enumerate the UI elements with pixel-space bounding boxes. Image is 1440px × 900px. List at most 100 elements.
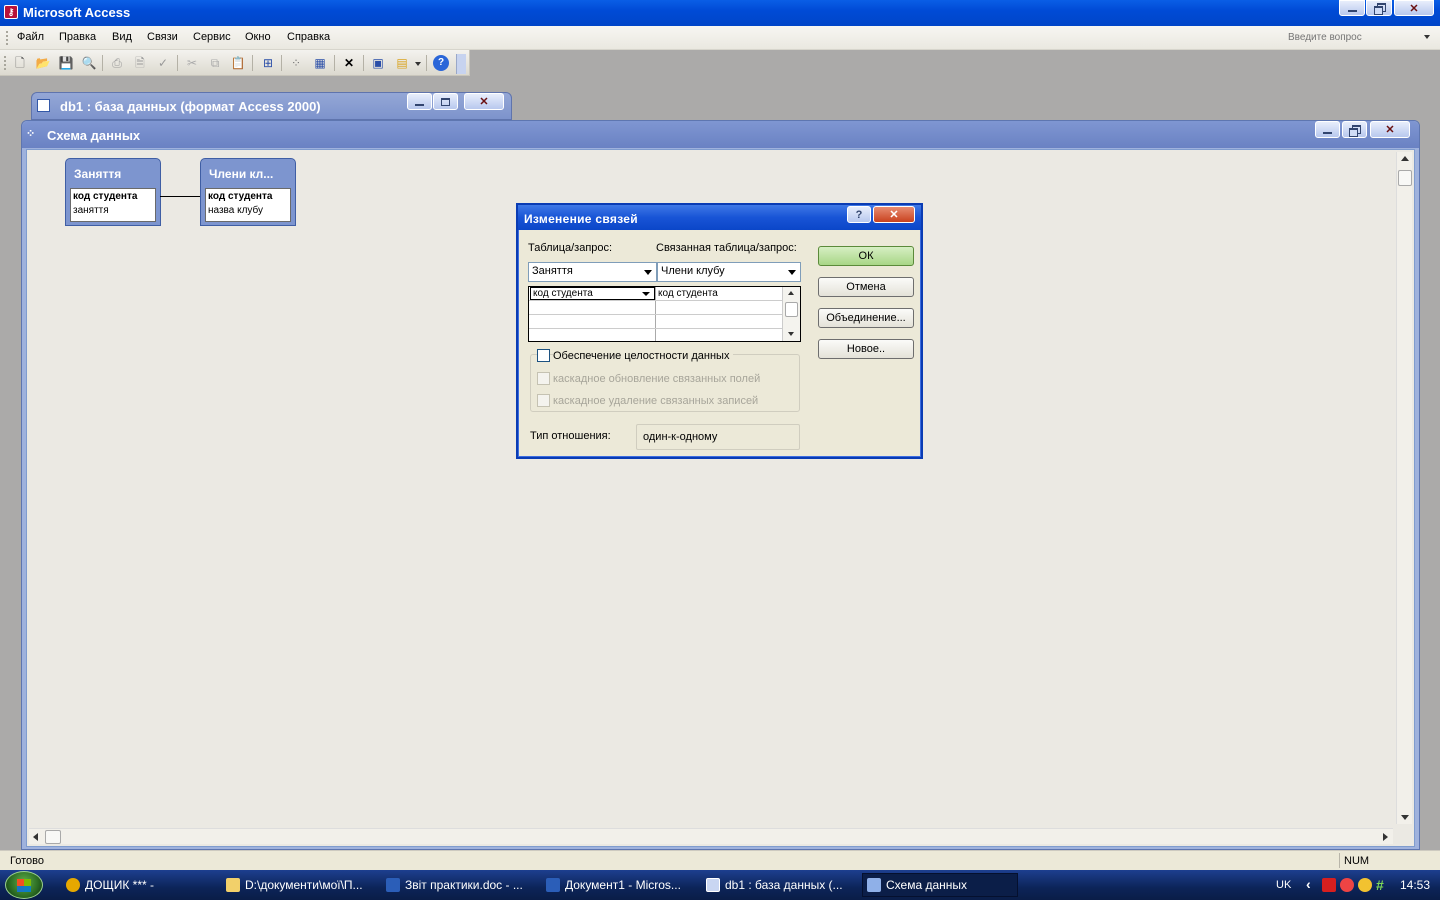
menubar-grip	[6, 31, 8, 45]
search-icon[interactable]: 🔍	[81, 55, 97, 71]
integrity-checkbox[interactable]	[537, 349, 550, 362]
toolbar-separator	[363, 55, 364, 71]
horizontal-scrollbar[interactable]	[29, 828, 1393, 844]
menu-tools[interactable]: Сервис	[193, 31, 231, 43]
app-close-button[interactable]: ✕	[1394, 0, 1434, 16]
new-icon[interactable]: 🗋	[12, 55, 28, 71]
menu-window[interactable]: Окно	[245, 31, 271, 43]
table-field[interactable]: заняття	[73, 204, 153, 218]
create-new-button[interactable]: Новое..	[818, 339, 914, 359]
table-box-chleny-klubu[interactable]: Члени кл... код студента назва клубу	[200, 158, 296, 226]
dialog-close-button[interactable]: ✕	[873, 206, 915, 223]
maximize-icon	[441, 97, 450, 106]
taskbar-item-active[interactable]: Схема данных	[862, 873, 1018, 897]
taskbar-item-label: Звіт практики.doc - ...	[405, 878, 523, 892]
database-window-icon[interactable]: ▣	[370, 55, 386, 71]
table-field[interactable]: код студента	[208, 190, 288, 204]
menu-edit[interactable]: Правка	[59, 31, 96, 43]
new-object-icon[interactable]: ▤	[394, 55, 410, 71]
folder-icon	[226, 878, 240, 892]
menu-relationships[interactable]: Связи	[147, 31, 178, 43]
scroll-left-icon[interactable]	[33, 833, 38, 841]
table-query-select[interactable]: Заняття	[528, 262, 657, 282]
table-box-title[interactable]: Члени кл...	[201, 159, 295, 187]
scroll-down-icon[interactable]	[788, 332, 794, 336]
right-field-cell[interactable]: код студента	[658, 288, 780, 300]
ok-button[interactable]: ОК	[818, 246, 914, 266]
vertical-scrollbar[interactable]	[1396, 152, 1412, 824]
field-grid-scrollbar[interactable]	[782, 287, 800, 341]
scroll-thumb[interactable]	[785, 302, 798, 317]
toolbar-options-icon[interactable]	[456, 54, 466, 74]
new-object-dropdown-icon[interactable]	[415, 62, 421, 66]
integrity-label[interactable]: Обеспечение целостности данных	[553, 350, 734, 362]
scroll-thumb[interactable]	[1398, 170, 1412, 186]
table-box-title[interactable]: Заняття	[66, 159, 160, 187]
restore-icon	[1349, 124, 1361, 137]
taskbar-item-label: Документ1 - Micros...	[565, 878, 681, 892]
relation-type-value: один-к-одному	[643, 431, 718, 443]
spelling-icon[interactable]: ✓	[155, 55, 171, 71]
table-field[interactable]: код студента	[73, 190, 153, 204]
db-maximize-button[interactable]	[433, 93, 458, 110]
paste-icon[interactable]: 📋	[230, 55, 246, 71]
menu-help[interactable]: Справка	[287, 31, 330, 43]
field-grid-row-divider	[529, 314, 782, 315]
help-search-dropdown-icon[interactable]	[1424, 35, 1430, 39]
cancel-button[interactable]: Отмена	[818, 277, 914, 297]
open-icon[interactable]: 📂	[35, 55, 51, 71]
cascade-delete-checkbox[interactable]	[537, 394, 550, 407]
schema-restore-button[interactable]	[1342, 121, 1367, 138]
schema-minimize-button[interactable]	[1315, 121, 1340, 138]
app-icon	[66, 878, 80, 892]
network-tray-icon[interactable]: #	[1376, 877, 1384, 893]
minimize-icon	[1323, 131, 1332, 134]
print-icon[interactable]: ⎙	[109, 55, 125, 71]
scroll-thumb[interactable]	[45, 830, 61, 844]
smiley-tray-icon[interactable]	[1358, 878, 1372, 892]
database-window[interactable]: db1 : база данных (формат Access 2000) ✕	[31, 92, 512, 120]
show-table-icon[interactable]: ⊞	[260, 55, 276, 71]
app-minimize-button[interactable]	[1339, 0, 1365, 16]
scroll-down-icon[interactable]	[1401, 815, 1409, 820]
db-minimize-button[interactable]	[407, 93, 432, 110]
scroll-right-icon[interactable]	[1383, 833, 1388, 841]
menu-view[interactable]: Вид	[112, 31, 132, 43]
taskbar-item[interactable]: Звіт практики.doc - ...	[386, 873, 536, 897]
print-preview-icon[interactable]: 🗎	[132, 55, 148, 71]
related-table-query-select[interactable]: Члени клубу	[657, 262, 801, 282]
dialog-help-button[interactable]: ?	[847, 206, 871, 223]
taskbar-item[interactable]: D:\документи\мої\П...	[226, 873, 376, 897]
clock[interactable]: 14:53	[1400, 878, 1430, 892]
schema-close-button[interactable]: ✕	[1370, 121, 1410, 138]
help-search-input[interactable]	[1288, 29, 1416, 46]
chevron-down-icon	[642, 292, 650, 296]
cut-icon[interactable]: ✂	[184, 55, 200, 71]
help-icon[interactable]: ?	[433, 55, 449, 71]
taskbar-item[interactable]: db1 : база данных (...	[706, 873, 856, 897]
menu-file[interactable]: Файл	[17, 31, 44, 43]
messenger-tray-icon[interactable]	[1340, 878, 1354, 892]
scroll-up-icon[interactable]	[1401, 156, 1409, 161]
left-field-select[interactable]: код студента	[530, 287, 655, 300]
language-indicator[interactable]: UK	[1276, 879, 1291, 891]
tray-expand-icon[interactable]: ‹	[1306, 876, 1311, 892]
close-icon: ✕	[479, 96, 489, 108]
app-restore-button[interactable]	[1366, 0, 1392, 16]
delete-icon[interactable]: ✕	[341, 55, 357, 71]
direct-relationships-icon[interactable]: ⁘	[288, 55, 304, 71]
scroll-up-icon[interactable]	[788, 291, 794, 295]
taskbar-item[interactable]: Документ1 - Micros...	[546, 873, 696, 897]
all-relationships-icon[interactable]: ▦	[312, 55, 328, 71]
save-icon[interactable]: 💾	[58, 55, 74, 71]
table-box-zanyattya[interactable]: Заняття код студента заняття	[65, 158, 161, 226]
antivirus-tray-icon[interactable]	[1322, 878, 1336, 892]
copy-icon[interactable]: ⧉	[207, 55, 223, 71]
table-field[interactable]: назва клубу	[208, 204, 288, 218]
taskbar-item[interactable]: ДОЩИК *** -	[66, 873, 216, 897]
join-type-button[interactable]: Объединение...	[818, 308, 914, 328]
cascade-update-checkbox[interactable]	[537, 372, 550, 385]
relationship-line[interactable]	[160, 196, 200, 197]
start-button[interactable]	[5, 871, 43, 899]
db-close-button[interactable]: ✕	[464, 93, 504, 110]
